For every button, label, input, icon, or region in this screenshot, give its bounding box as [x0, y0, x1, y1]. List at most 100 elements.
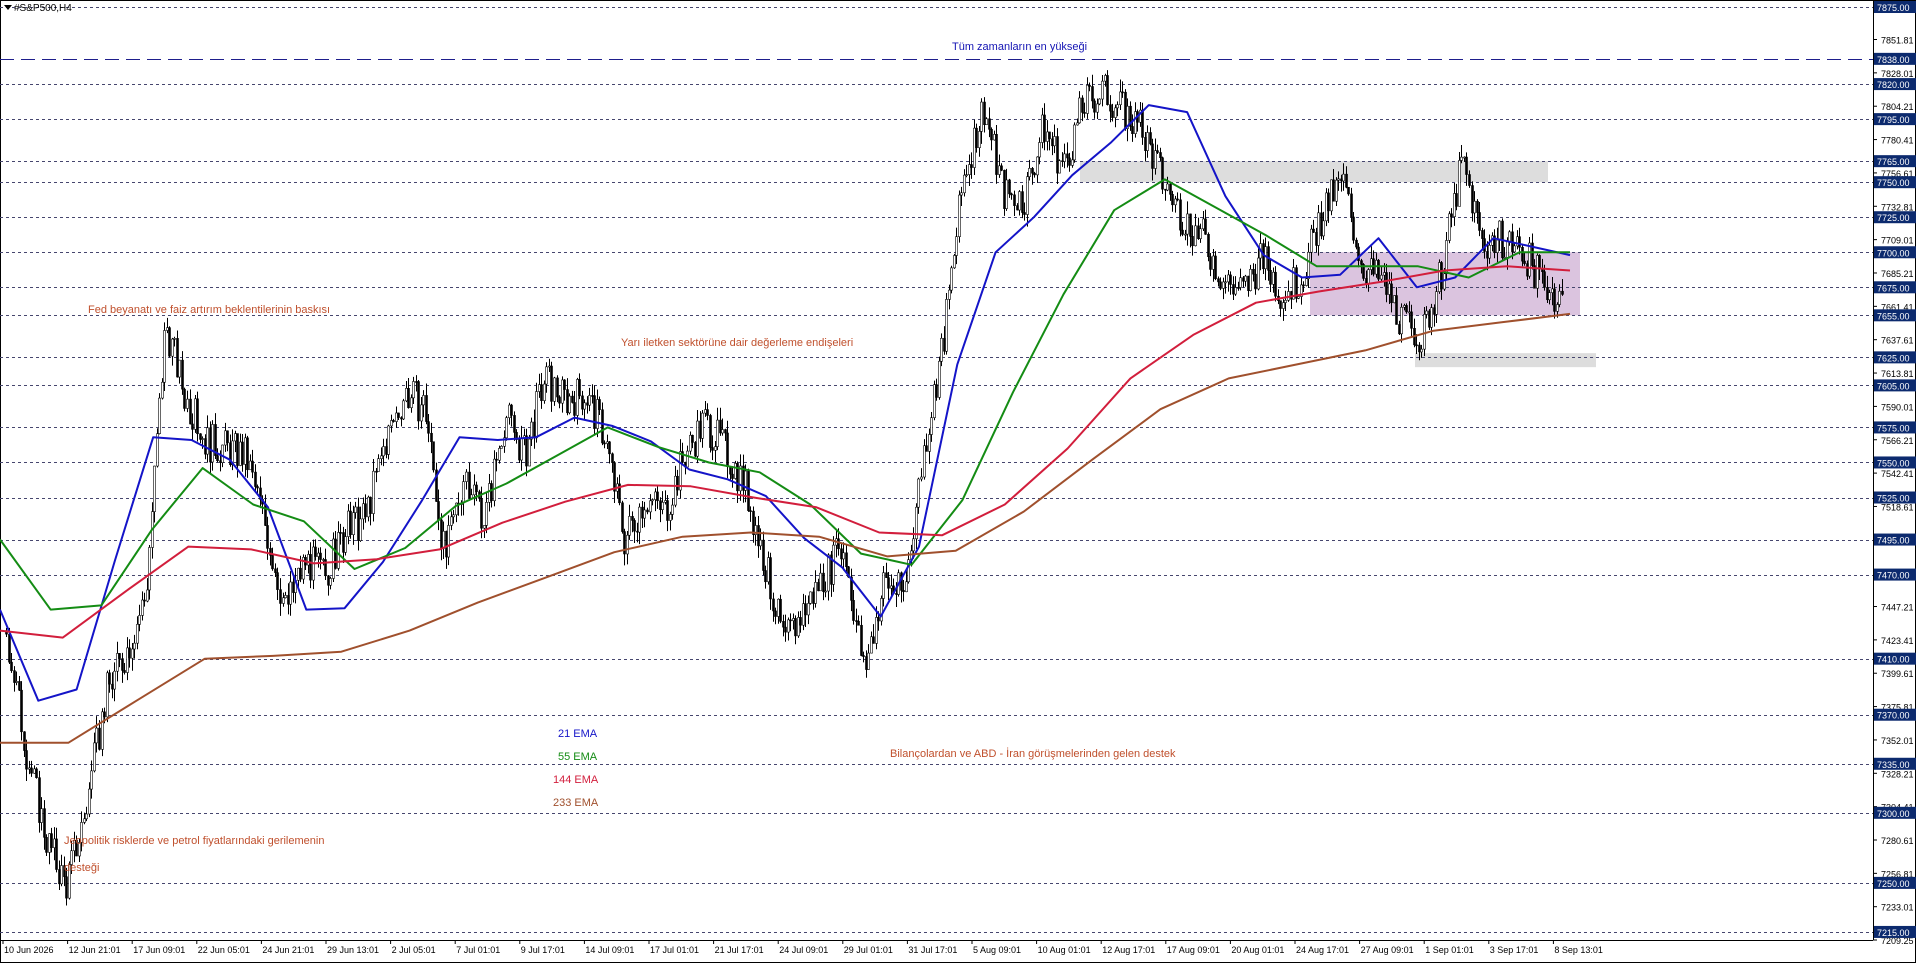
candle-body [412, 381, 415, 399]
candle-body [1335, 179, 1338, 202]
annotation-text: Tüm zamanların en yükseği [952, 41, 1087, 53]
price-tick-label: 7399.61 [1881, 669, 1914, 679]
candle-body [978, 131, 981, 149]
candle-body [166, 327, 169, 331]
candle-body [769, 557, 772, 600]
price-tick-label: 7423.41 [1881, 636, 1914, 646]
candle-body [1151, 143, 1154, 169]
ema-legend: 21 EMA 55 EMA 144 EMA 233 EMA [553, 728, 599, 809]
candle-body [447, 525, 450, 558]
candle-body [1307, 251, 1310, 279]
candle-body [430, 432, 433, 443]
candle-body [1463, 156, 1466, 159]
candle-body [1473, 200, 1476, 214]
candle-body [1028, 168, 1031, 177]
time-tick-label: 31 Jul 17:01 [908, 945, 957, 955]
level-label: 7675.00 [1877, 283, 1910, 293]
price-tick-label: 7637.61 [1881, 336, 1914, 346]
level-label: 7625.00 [1877, 353, 1910, 363]
candle-body [525, 435, 528, 467]
candle-body [1428, 310, 1431, 328]
candle-body [827, 554, 830, 592]
price-tick-label: 7352.01 [1881, 736, 1914, 746]
candle-body [1315, 232, 1318, 246]
candle-body [121, 658, 124, 671]
candle-body [1141, 109, 1144, 138]
candle-body [628, 516, 631, 536]
level-label: 7575.00 [1877, 423, 1910, 433]
candle-body [988, 118, 991, 130]
price-tick-label: 7804.21 [1881, 102, 1914, 112]
candle-body [65, 876, 68, 899]
candle-body [598, 399, 601, 411]
time-tick-label: 10 Jun 2026 [4, 945, 54, 955]
candle-body [940, 337, 943, 362]
candle-body [1546, 287, 1549, 301]
time-tick-label: 29 Jul 01:01 [844, 945, 893, 955]
candle-body [334, 538, 337, 569]
candle-body [759, 539, 762, 547]
candle-body [35, 768, 38, 778]
candle-body [1513, 245, 1516, 253]
candle-body [103, 711, 106, 718]
time-tick-label: 3 Sep 17:01 [1490, 945, 1539, 955]
candle-body [1043, 114, 1046, 142]
candle-body [1506, 240, 1509, 258]
candle-body [917, 478, 920, 508]
candle-body [842, 552, 845, 560]
candle-body [23, 731, 26, 751]
time-tick-label: 8 Sep 13:01 [1554, 945, 1603, 955]
candle-body [314, 546, 317, 557]
candle-body [510, 404, 513, 416]
candle-body [1242, 277, 1245, 282]
candle-body [558, 396, 561, 404]
price-tick-label: 7732.81 [1881, 202, 1914, 212]
candle-body [1393, 295, 1396, 304]
candle-body [1031, 168, 1034, 174]
price-chart[interactable]: 7851.817828.017804.217780.417756.617732.… [0, 0, 1916, 963]
candle-body [1181, 229, 1184, 235]
chart-window[interactable]: #S&P500,H4 7851.81 7828.01 7804.21 7780.41 7… [0, 0, 1916, 963]
candle-body [633, 520, 636, 532]
level-label: 7525.00 [1877, 494, 1910, 504]
candle-body [1068, 157, 1071, 166]
candle-body [1234, 287, 1237, 295]
candle-body [649, 500, 652, 513]
candle-body [475, 484, 478, 493]
candle-body [963, 174, 966, 194]
candle-body [1010, 193, 1013, 196]
candle-body [123, 670, 126, 673]
candle-body [1310, 228, 1313, 253]
candle-body [387, 425, 390, 455]
zone-2 [1415, 353, 1596, 368]
candle-body [1018, 191, 1021, 211]
price-tick-label: 7518.61 [1881, 502, 1914, 512]
candle-body [601, 409, 604, 444]
candle-body [251, 460, 254, 473]
candle-body [1561, 290, 1564, 295]
candle-body [1186, 213, 1189, 235]
chart-menu-icon[interactable] [4, 5, 12, 10]
candle-body [299, 567, 302, 580]
candle-body [1322, 220, 1325, 237]
candle-body [495, 458, 498, 461]
candle-body [462, 481, 465, 504]
candle-body [1423, 314, 1426, 350]
candle-body [1106, 75, 1109, 105]
level-label: 7875.00 [1877, 3, 1910, 13]
candle-body [319, 552, 322, 560]
level-label: 7300.00 [1877, 809, 1910, 819]
candle-body [1091, 86, 1094, 102]
candle-body [276, 572, 279, 590]
candle-body [1425, 310, 1428, 315]
candle-body [513, 415, 516, 433]
candle-body [948, 289, 951, 300]
candle-body [90, 770, 93, 790]
candle-body [20, 689, 23, 733]
zone-0 [1080, 161, 1548, 183]
annotation-text: Jeopolitik risklerde ve petrol fiyatları… [64, 835, 324, 847]
candle-body [1008, 179, 1011, 195]
candle-body [706, 409, 709, 416]
candle-body [45, 837, 48, 853]
candle-body [1332, 179, 1335, 202]
